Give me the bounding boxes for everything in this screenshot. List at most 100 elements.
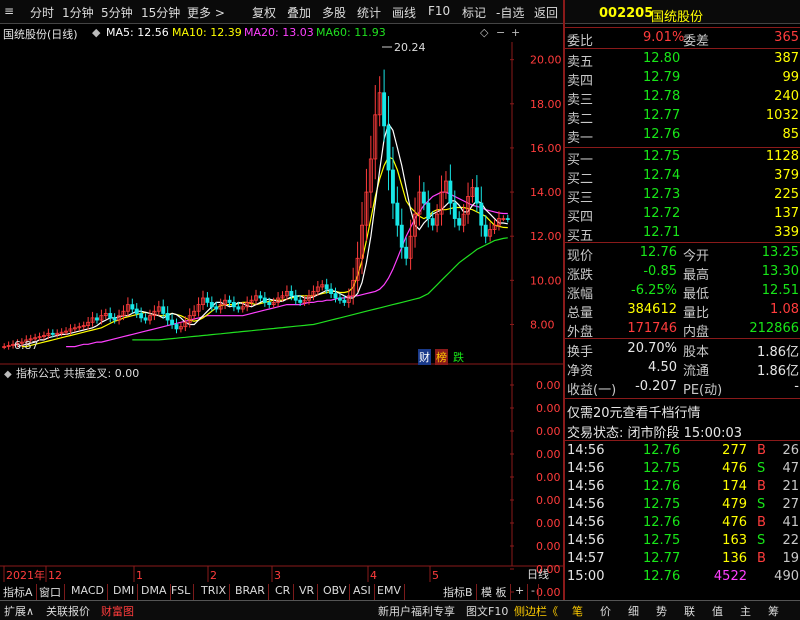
side-tab[interactable]: 主 — [740, 603, 751, 619]
ask-row: 卖四 12.79 99 — [565, 70, 800, 89]
candle-body — [227, 299, 232, 303]
ask-label: 卖四 — [567, 74, 594, 89]
candle-body — [170, 319, 175, 325]
expand-button[interactable]: 扩展∧ — [4, 603, 34, 619]
side-tab[interactable]: 联 — [684, 603, 695, 619]
tick-side: B — [757, 551, 766, 566]
tick-price: 12.75 — [643, 533, 681, 548]
trade-status: 交易状态: 闭市阶段 15:00:03 — [567, 426, 743, 441]
side-tab[interactable]: 价 — [600, 603, 611, 619]
indicator-tab[interactable]: 指标B — [440, 584, 477, 600]
side-tab[interactable]: 筹 — [768, 603, 779, 619]
ask-price[interactable]: 12.77 — [643, 108, 680, 123]
stat-value: 12.51 — [761, 283, 799, 298]
fin-label: PE(动) — [683, 383, 723, 398]
indicator-tab[interactable]: + — [512, 584, 529, 600]
candle-body — [174, 324, 179, 330]
stat-value: -6.25% — [631, 283, 677, 298]
bid-row: 买三 12.73 225 — [565, 187, 800, 206]
ask-price[interactable]: 12.76 — [643, 127, 680, 142]
candle-body — [324, 284, 329, 290]
ask-price[interactable]: 12.79 — [643, 70, 680, 85]
down-badge[interactable]: 跌 — [452, 349, 465, 365]
indicator-tab[interactable]: DMA — [138, 584, 171, 600]
indicator-tab[interactable]: VR — [296, 584, 319, 600]
candle-body — [395, 202, 400, 226]
new-user-welfare-link[interactable]: 新用户福利专享 — [378, 603, 455, 619]
indicator-tab[interactable]: EMV — [374, 584, 405, 600]
candle-body — [342, 299, 347, 303]
candle-body — [112, 317, 117, 321]
bid-price[interactable]: 12.72 — [643, 206, 680, 221]
side-tab[interactable]: 势 — [656, 603, 667, 619]
indicator-tab[interactable]: ASI — [350, 584, 375, 600]
ask-volume: 99 — [782, 70, 799, 85]
candle-body — [231, 302, 236, 308]
fin-value: - — [794, 379, 799, 394]
stat-label: 涨幅 — [567, 287, 594, 302]
indicator-tab[interactable]: BRAR — [232, 584, 269, 600]
wealth-chart-button[interactable]: 财富图 — [101, 603, 134, 619]
indicator-tab[interactable]: - — [528, 584, 539, 600]
tick-volume: 476 — [722, 461, 747, 476]
stat-row: 外盘 171746 内盘 212866 — [565, 321, 800, 340]
indicator-tab[interactable]: MACD — [68, 584, 108, 600]
indicator-tab[interactable]: 模 板 — [478, 584, 511, 600]
tick-volume: 163 — [722, 533, 747, 548]
bid-price[interactable]: 12.74 — [643, 168, 680, 183]
tick-side: S — [757, 497, 766, 512]
tick-side: B — [757, 479, 766, 494]
ytick-label: 16.00 — [530, 142, 562, 155]
ytick-label: 14.00 — [530, 186, 562, 199]
tick-row: 15:00 12.76 4522 490 — [565, 569, 800, 587]
indicator-toggle-icon[interactable]: ◆ — [4, 369, 12, 380]
tick-price: 12.77 — [643, 551, 681, 566]
indicator-tab[interactable]: FSL — [168, 584, 195, 600]
fin-label: 流通 — [683, 364, 710, 379]
ask-price[interactable]: 12.80 — [643, 51, 680, 66]
side-tab[interactable]: 细 — [628, 603, 639, 619]
fin-row: 净资 4.50 流通 1.86亿 — [565, 360, 800, 379]
indicator-tab[interactable]: OBV — [320, 584, 351, 600]
indicator-tab[interactable]: 指标A — [0, 584, 37, 600]
fin-label: 净资 — [567, 364, 594, 379]
bid-row: 买五 12.71 339 — [565, 225, 800, 244]
ask-volume: 85 — [782, 127, 799, 142]
indicator-tab[interactable]: TRIX — [198, 584, 231, 600]
bid-price[interactable]: 12.73 — [643, 187, 680, 202]
stat-value: 171746 — [627, 321, 677, 336]
ind-tick-label: 0.00 — [536, 471, 561, 484]
bid-price[interactable]: 12.71 — [643, 225, 680, 240]
indicator-tab[interactable]: DMI — [110, 584, 139, 600]
status-bar: 扩展∧ 关联报价 财富图 新用户福利专享 图文F10 侧边栏《 笔 价 细 势 联 值 主 筹 — [0, 600, 800, 620]
tick-price: 12.76 — [643, 479, 681, 494]
candle-body — [209, 302, 214, 308]
rank-badge[interactable]: 榜 — [435, 349, 448, 365]
bid-label: 买五 — [567, 229, 594, 244]
ind-tick-label: 0.00 — [536, 494, 561, 507]
indicator-tab[interactable]: 窗口 — [36, 584, 65, 600]
promo-text[interactable]: 仅需20元查看千档行情 — [567, 402, 701, 421]
bid-row: 买四 12.72 137 — [565, 206, 800, 225]
related-quotes-button[interactable]: 关联报价 — [46, 603, 90, 619]
bid-row: 买一 12.75 1128 — [565, 149, 800, 168]
candle-body — [505, 218, 510, 220]
stat-label: 最高 — [683, 268, 710, 283]
tick-count: 27 — [782, 497, 799, 512]
f10-graphic-button[interactable]: 图文F10 — [466, 603, 508, 619]
sidebar-toggle[interactable]: 侧边栏《 — [514, 603, 558, 619]
stat-label: 内盘 — [683, 325, 710, 340]
bid-volume: 225 — [774, 187, 799, 202]
price-chart[interactable]: 20.0018.0016.0014.0012.0010.008.00 2021年… — [0, 0, 563, 600]
bid-label: 买三 — [567, 191, 594, 206]
side-tab[interactable]: 笔 — [572, 603, 583, 619]
stat-label: 外盘 — [567, 325, 594, 340]
side-tab[interactable]: 值 — [712, 603, 723, 619]
tick-time: 14:56 — [567, 443, 605, 458]
stat-value: 212866 — [749, 321, 799, 336]
fin-row: 收益(一) -0.207 PE(动) - — [565, 379, 800, 398]
indicator-tab[interactable]: CR — [272, 584, 295, 600]
bid-price[interactable]: 12.75 — [643, 149, 680, 164]
ask-price[interactable]: 12.78 — [643, 89, 680, 104]
finance-badge[interactable]: 财 — [418, 349, 431, 365]
